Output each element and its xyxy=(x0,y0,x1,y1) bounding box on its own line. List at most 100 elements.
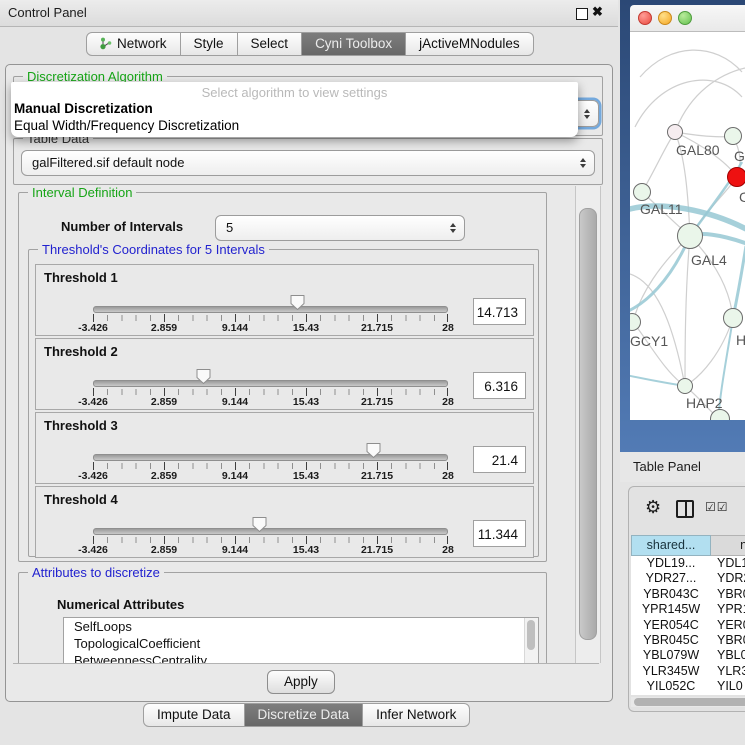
tick-mark xyxy=(235,388,236,396)
threshold-3-panel: Threshold 3 -3.4262.8599.14415.4321.7152… xyxy=(35,412,534,484)
combo-arrows-icon xyxy=(584,109,590,119)
tick-mark xyxy=(377,536,378,544)
network-node-gal11[interactable] xyxy=(633,183,651,201)
screenshot-root: Control Panel ✖ Network Style Select Cyn… xyxy=(0,0,745,745)
network-node-h[interactable] xyxy=(723,308,743,328)
tab-impute-data[interactable]: Impute Data xyxy=(143,703,245,727)
interval-definition-title: Interval Definition xyxy=(28,186,136,200)
table-row[interactable]: YLR345WYLR3 xyxy=(631,664,745,679)
tab-jactivemnodules[interactable]: jActiveMNodules xyxy=(406,32,534,56)
threshold-3-slider[interactable]: -3.4262.8599.14415.4321.71528 xyxy=(93,413,448,483)
node-label: GAL11 xyxy=(640,201,683,217)
slider-track xyxy=(93,380,448,387)
list-scrollbar[interactable] xyxy=(524,618,538,663)
apply-button[interactable]: Apply xyxy=(267,670,335,694)
table-row[interactable]: YDL19...YDL1 xyxy=(631,556,745,571)
network-node-gal4[interactable] xyxy=(677,223,703,249)
attributes-group-title: Attributes to discretize xyxy=(28,565,164,580)
table-row[interactable]: YBL079WYBL0 xyxy=(631,648,745,663)
tab-network[interactable]: Network xyxy=(86,32,181,56)
split-columns-icon[interactable] xyxy=(676,500,694,518)
table-horizontal-scrollbar[interactable] xyxy=(631,697,745,707)
table-row[interactable]: YER054CYER0 xyxy=(631,618,745,633)
threshold-4-slider[interactable]: -3.4262.8599.14415.4321.71528 xyxy=(93,487,448,557)
attributes-list[interactable]: SelfLoops TopologicalCoefficient Between… xyxy=(63,617,539,663)
table-data-combobox[interactable]: galFiltered.sif default node xyxy=(21,150,595,176)
panel-scrollbar[interactable] xyxy=(575,186,601,663)
threshold-1-panel: Threshold 1 -3.4262.8599.14415.4321.7152… xyxy=(35,264,534,336)
list-item[interactable]: SelfLoops xyxy=(64,618,538,635)
tick-mark xyxy=(93,536,94,544)
tab-style[interactable]: Style xyxy=(181,32,238,56)
table-row[interactable]: YBR043CYBR0 xyxy=(631,587,745,602)
tick-mark xyxy=(447,388,448,396)
tick-label: -3.426 xyxy=(78,396,108,408)
threshold-4-value-field[interactable]: 11.344 xyxy=(473,520,526,547)
tick-label: 28 xyxy=(442,396,454,408)
threshold-1-value-field[interactable]: 14.713 xyxy=(473,298,526,325)
close-icon[interactable]: ✖ xyxy=(592,4,603,20)
network-node-gal80[interactable] xyxy=(667,124,683,140)
dropdown-option-equal-width[interactable]: Equal Width/Frequency Discretization xyxy=(14,118,239,133)
slider-thumb[interactable] xyxy=(289,294,306,311)
list-item[interactable]: BetweennessCentrality xyxy=(64,652,538,663)
threshold-1-slider[interactable]: -3.4262.8599.14415.4321.71528 xyxy=(93,265,448,335)
tab-select[interactable]: Select xyxy=(238,32,303,56)
tick-mark xyxy=(447,314,448,322)
number-of-intervals-spinner[interactable]: 5 xyxy=(215,215,465,241)
threshold-2-slider[interactable]: -3.4262.8599.14415.4321.71528 xyxy=(93,339,448,409)
column-header-name[interactable]: na xyxy=(711,535,745,556)
slider-thumb[interactable] xyxy=(365,442,382,459)
node-label: H xyxy=(736,332,745,348)
network-node-ga[interactable] xyxy=(724,127,742,145)
threshold-3-value-field[interactable]: 21.4 xyxy=(473,446,526,473)
tick-label: 28 xyxy=(442,470,454,482)
table-row[interactable]: YDR27...YDR2 xyxy=(631,571,745,586)
tick-label: 15.43 xyxy=(293,544,319,556)
column-header-shared[interactable]: shared... xyxy=(631,535,711,556)
tick-mark xyxy=(235,536,236,544)
slider-thumb[interactable] xyxy=(195,368,212,385)
dropdown-option-manual[interactable]: Manual Discretization xyxy=(14,101,153,116)
combo-arrows-icon xyxy=(580,158,586,168)
tab-discretize-data[interactable]: Discretize Data xyxy=(245,703,364,727)
threshold-4-panel: Threshold 4 -3.4262.8599.14415.4321.7152… xyxy=(35,486,534,558)
table-row[interactable]: YBR045CYBR0 xyxy=(631,633,745,648)
scrollbar-thumb[interactable] xyxy=(634,698,745,706)
tick-mark xyxy=(235,462,236,470)
list-item[interactable]: TopologicalCoefficient xyxy=(64,635,538,652)
table-body[interactable]: YDL19...YDL1 YDR27...YDR2 YBR043CYBR0 YP… xyxy=(631,556,745,695)
tick-mark xyxy=(377,462,378,470)
threshold-2-value-field[interactable]: 6.316 xyxy=(473,372,526,399)
minimize-traffic-light[interactable] xyxy=(658,11,672,25)
panel-footer: Apply xyxy=(13,663,599,700)
float-window-icon[interactable] xyxy=(576,8,588,20)
node-label: HAP2 xyxy=(686,395,723,411)
network-canvas[interactable]: GAL80 GA C GAL11 GAL4 GCY1 H HAP2 xyxy=(630,32,745,420)
network-window-titlebar xyxy=(630,5,745,32)
slider-thumb[interactable] xyxy=(251,516,268,533)
tab-cyni-toolbox[interactable]: Cyni Toolbox xyxy=(302,32,406,56)
zoom-traffic-light[interactable] xyxy=(678,11,692,25)
table-panel-titlebar: Table Panel xyxy=(620,452,745,482)
tick-label: 28 xyxy=(442,322,454,334)
checkbox-columns-icon[interactable]: ☑☑ xyxy=(705,500,729,514)
tick-label: 9.144 xyxy=(222,322,248,334)
tab-infer-network[interactable]: Infer Network xyxy=(363,703,470,727)
tick-mark xyxy=(377,314,378,322)
network-node-red[interactable] xyxy=(727,167,745,187)
tick-label: 15.43 xyxy=(293,470,319,482)
network-icon xyxy=(100,35,112,57)
close-traffic-light[interactable] xyxy=(638,11,652,25)
scrollbar-thumb[interactable] xyxy=(579,208,597,640)
table-row[interactable]: YIL052CYIL0 xyxy=(631,679,745,694)
gear-icon[interactable]: ⚙ xyxy=(645,497,661,518)
tick-label: 2.859 xyxy=(151,396,177,408)
network-node-hap2[interactable] xyxy=(677,378,693,394)
slider-minor-ticks xyxy=(93,389,448,395)
node-label: GAL4 xyxy=(691,252,727,268)
algorithm-dropdown-popup: Select algorithm to view settings Manual… xyxy=(11,82,578,137)
tick-mark xyxy=(447,462,448,470)
table-row[interactable]: YPR145WYPR1 xyxy=(631,602,745,617)
tick-mark xyxy=(93,314,94,322)
